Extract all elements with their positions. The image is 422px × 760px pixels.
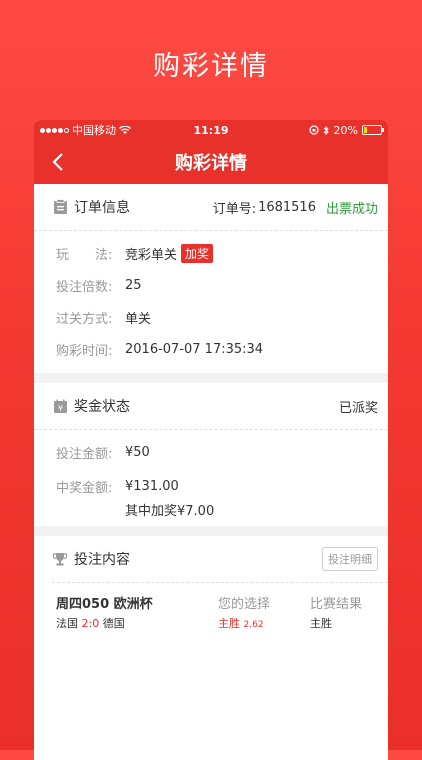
signal-icon (40, 127, 69, 133)
pass-type-row: 过关方式: 单关 (56, 301, 388, 333)
bonus-note: 其中加奖¥7.00 (125, 503, 215, 519)
promo-title: 购彩详情 (153, 51, 269, 82)
pass-type-label: 过关方式: (56, 311, 113, 327)
win-amount-value: ¥131.00 (125, 478, 179, 494)
rotation-lock-icon (308, 125, 319, 135)
svg-text:¥: ¥ (57, 404, 62, 413)
bet-content-card: 投注内容 投注明细 周四050 欧洲杯 法国 2:0 德国 您的选择 主胜 2.… (34, 536, 388, 760)
multiplier-row: 投注倍数: 25 (56, 269, 388, 301)
phone-screen: 中国移动 11:19 20% 购彩详情 订单信息 订单号: 1681516 出票… (34, 120, 388, 760)
order-number: 1681516 (258, 199, 316, 215)
page-title: 购彩详情 (175, 153, 247, 174)
back-button[interactable] (44, 148, 72, 176)
multiplier-value: 25 (125, 277, 142, 293)
battery-percent: 20% (333, 123, 358, 137)
bonus-note-row: 其中加奖¥7.00 (56, 500, 388, 519)
bet-amount-label: 投注金额: (56, 446, 113, 462)
choice-odds: 2.62 (243, 620, 264, 630)
choice-header: 您的选择 (218, 597, 271, 612)
home-team: 法国 (56, 617, 78, 630)
win-amount-label: 中奖金额: (56, 480, 113, 496)
multiplier-label: 投注倍数: (56, 279, 113, 295)
bet-amount-value: ¥50 (125, 444, 150, 460)
order-info-card: 订单信息 订单号: 1681516 出票成功 玩 法: 竞彩单关 加奖 投注倍数… (34, 184, 388, 373)
chevron-left-icon (52, 153, 63, 171)
status-bar: 中国移动 11:19 20% (34, 120, 388, 140)
order-status: 出票成功 (325, 201, 378, 217)
prize-status-card: ¥ 奖金状态 已派奖 投注金额: ¥50 中奖金额: ¥131.00 其中加奖¥… (34, 383, 388, 526)
bonus-tag: 加奖 (181, 243, 214, 263)
play-type-value: 竞彩单关 (125, 247, 178, 263)
result-header: 比赛结果 (310, 597, 363, 612)
match-score: 2:0 (81, 617, 100, 630)
battery-icon (362, 125, 384, 135)
match-teams: 法国 2:0 德国 (56, 615, 218, 631)
win-amount-row: 中奖金额: ¥131.00 (56, 472, 388, 500)
purchase-time-value: 2016-07-07 17:35:34 (125, 341, 264, 357)
your-choice: 主胜 (218, 617, 240, 630)
bet-amount-row: 投注金额: ¥50 (56, 436, 388, 468)
play-type-label: 玩 法: (56, 247, 113, 263)
trophy-icon (52, 551, 68, 567)
pass-type-value: 单关 (125, 311, 152, 327)
bet-content-title: 投注内容 (74, 552, 130, 568)
order-info-title: 订单信息 (74, 200, 130, 216)
bet-detail-button[interactable]: 投注明细 (322, 547, 378, 571)
away-team: 德国 (102, 617, 125, 630)
purchase-time-label: 购彩时间: (56, 343, 113, 359)
prize-status-title: 奖金状态 (74, 399, 130, 415)
wifi-icon (119, 125, 131, 134)
purchase-time-row: 购彩时间: 2016-07-07 17:35:34 (56, 333, 388, 365)
order-number-label: 订单号: (212, 201, 257, 217)
prize-calendar-icon: ¥ (52, 398, 68, 414)
match-header: 周四050 欧洲杯 (56, 597, 153, 612)
carrier-name: 中国移动 (72, 124, 116, 137)
bet-table: 周四050 欧洲杯 法国 2:0 德国 您的选择 主胜 2.62 比赛结果 主胜 (52, 582, 388, 639)
clipboard-icon (52, 199, 68, 215)
prize-status-value: 已派奖 (338, 400, 378, 416)
nav-bar: 购彩详情 (34, 140, 388, 184)
play-type-row: 玩 法: 竞彩单关 加奖 (56, 237, 388, 269)
bluetooth-icon (323, 125, 329, 135)
match-result: 主胜 (310, 617, 332, 630)
